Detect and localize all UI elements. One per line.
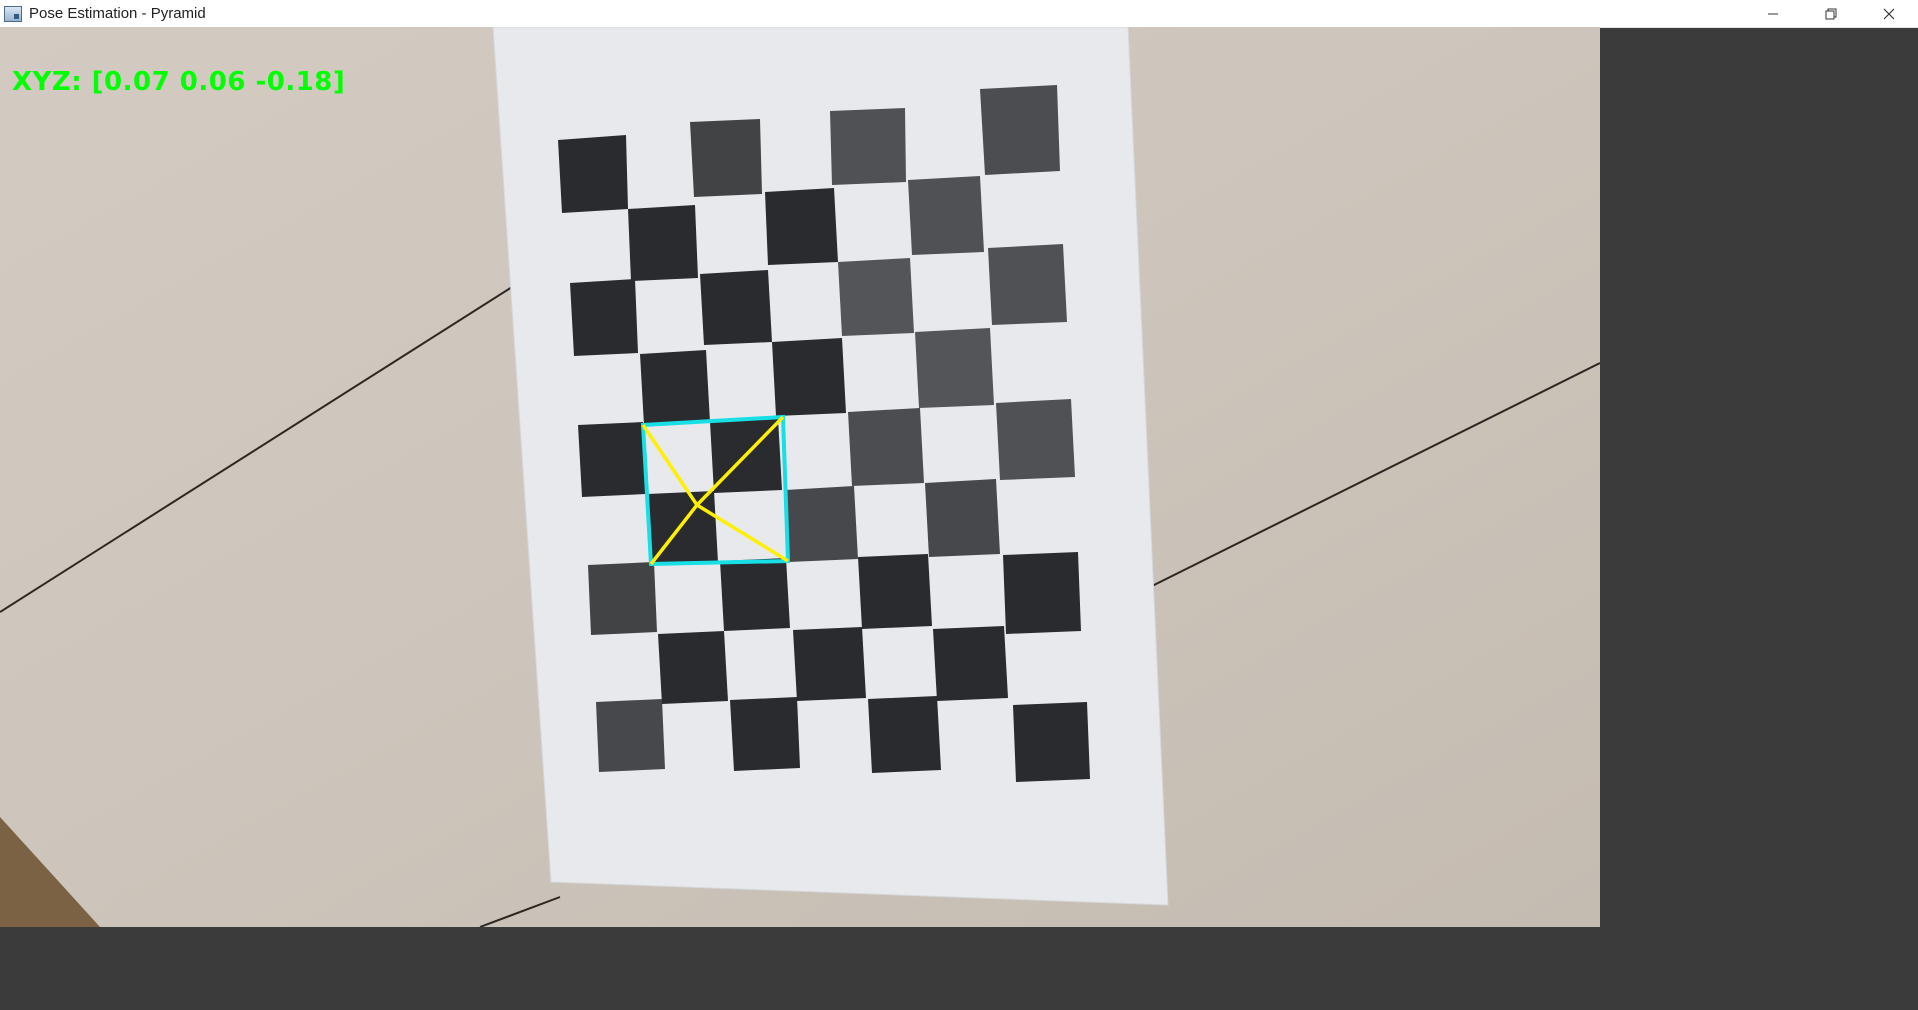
xyz-position-readout: XYZ: [0.07 0.06 -0.18]: [12, 67, 346, 97]
window-titlebar: Pose Estimation - Pyramid: [0, 0, 1918, 28]
restore-icon: [1825, 8, 1837, 19]
camera-view: XYZ: [0.07 0.06 -0.18]: [0, 27, 1600, 927]
window-title: Pose Estimation - Pyramid: [29, 5, 206, 22]
window-empty-area: [0, 927, 1918, 1010]
close-icon: [1883, 8, 1895, 19]
window-controls: [1744, 0, 1918, 27]
minimize-button[interactable]: [1744, 0, 1802, 27]
camera-frame-image: [0, 27, 1600, 927]
close-button[interactable]: [1860, 0, 1918, 27]
restore-button[interactable]: [1802, 0, 1860, 27]
window-app-icon[interactable]: [4, 5, 22, 22]
minimize-icon: [1768, 13, 1778, 14]
